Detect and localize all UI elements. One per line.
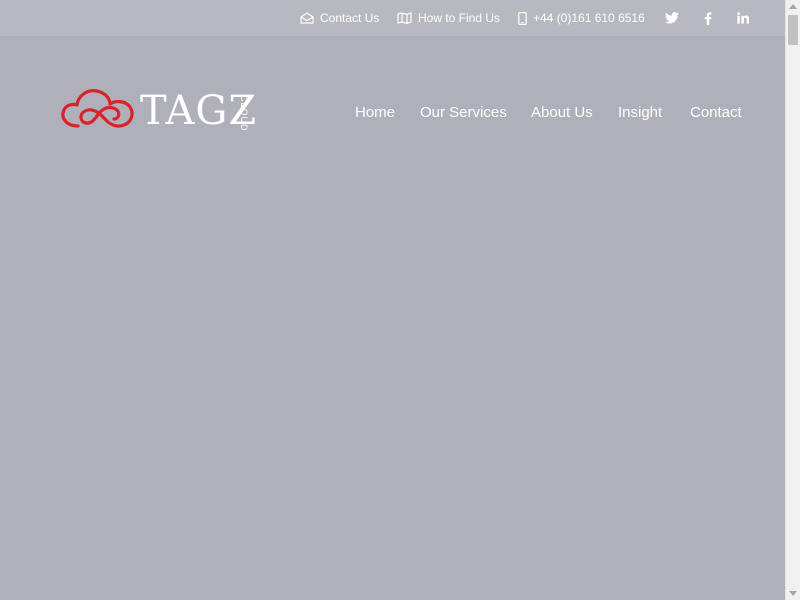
envelope-open-icon bbox=[300, 12, 314, 24]
how-to-find-us-label: How to Find Us bbox=[418, 11, 501, 25]
nav-about-us[interactable]: About Us bbox=[531, 100, 593, 124]
phone-link[interactable]: +44 (0)161 610 6516 bbox=[518, 0, 645, 36]
how-to-find-us-link[interactable]: How to Find Us bbox=[397, 0, 500, 36]
linkedin-link[interactable] bbox=[734, 0, 752, 36]
twitter-link[interactable] bbox=[663, 0, 681, 36]
cloud-logo-icon bbox=[61, 89, 134, 128]
nav-contact[interactable]: Contact bbox=[690, 100, 742, 124]
nav-our-services-label: Our Services bbox=[420, 103, 507, 121]
twitter-icon bbox=[665, 12, 679, 24]
tagz-cloud-logo[interactable]: TAGZ CLOUD bbox=[30, 60, 292, 164]
top-bar: Contact Us How to Find Us +44 (0)161 610… bbox=[0, 0, 785, 36]
vertical-scrollbar[interactable] bbox=[785, 0, 800, 600]
scroll-up-arrow[interactable] bbox=[789, 4, 797, 9]
nav-contact-label: Contact bbox=[690, 103, 742, 121]
phone-number: +44 (0)161 610 6516 bbox=[533, 11, 645, 25]
facebook-link[interactable] bbox=[699, 0, 717, 36]
nav-home-label: Home bbox=[355, 103, 396, 121]
nav-about-us-label: About Us bbox=[531, 103, 593, 121]
nav-our-services[interactable]: Our Services bbox=[420, 100, 507, 124]
map-icon bbox=[397, 12, 412, 24]
page: Contact Us How to Find Us +44 (0)161 610… bbox=[0, 0, 785, 600]
mobile-phone-icon bbox=[518, 11, 527, 25]
contact-us-label: Contact Us bbox=[320, 11, 380, 25]
facebook-icon bbox=[704, 11, 712, 25]
nav-home[interactable]: Home bbox=[355, 100, 395, 124]
nav-insight[interactable]: Insight bbox=[618, 100, 662, 124]
contact-us-link[interactable]: Contact Us bbox=[300, 0, 379, 36]
nav-insight-label: Insight bbox=[618, 103, 663, 121]
scroll-down-arrow[interactable] bbox=[789, 591, 797, 596]
scrollbar-thumb[interactable] bbox=[788, 15, 798, 45]
linkedin-icon bbox=[737, 12, 749, 24]
logo-subtitle: CLOUD bbox=[239, 95, 249, 132]
